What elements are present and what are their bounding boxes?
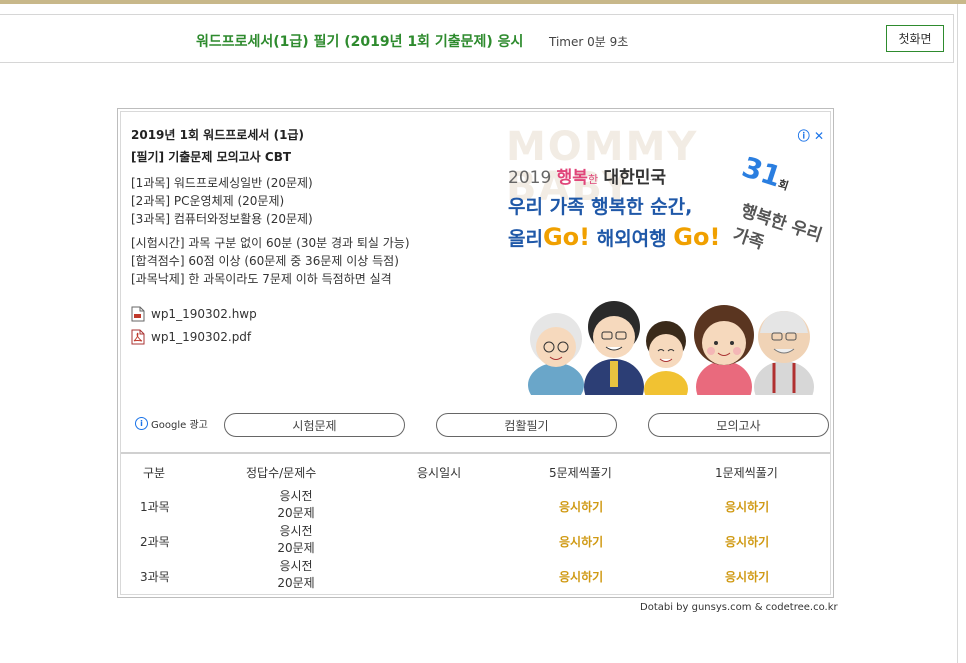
family-illustration [506, 277, 826, 395]
google-ad-label: i Google 광고 [135, 416, 208, 431]
column-header: 1문제씩풀기 [715, 466, 778, 480]
column-header: 정답수/문제수 [246, 466, 317, 480]
file-name: wp1_190302.pdf [151, 329, 252, 344]
exam-title: 워드프로세서(1급) 필기 (2019년 1회 기출문제) 응시 [196, 34, 524, 50]
score-status: 응시전 20문제 [266, 558, 326, 592]
file-name: wp1_190302.hwp [151, 306, 257, 321]
question-count: 20문제 [277, 576, 315, 590]
ad-banner[interactable]: MOMMY BABY ⓘ ✕ 2019 행복한 대한민국 우리 가족 행복한 순… [506, 127, 826, 395]
home-button[interactable]: 첫화면 [886, 25, 944, 52]
start-1-button[interactable]: 응시하기 [725, 568, 769, 585]
exam-info-title: 2019년 1회 워드프로세서 (1급) [131, 128, 304, 142]
exam-panel-inner: 2019년 1회 워드프로세서 (1급) [필기] 기출문제 모의고사 CBT … [120, 111, 831, 595]
ad-headline-1: 2019 행복한 대한민국 [508, 163, 666, 188]
column-header: 5문제씩풀기 [549, 466, 612, 480]
ad-headline-2: 우리 가족 행복한 순간, [508, 196, 693, 218]
ad-happy: 행복 [556, 168, 588, 188]
ad-badge-text: 행복한 우리가족 [730, 201, 825, 254]
status-text: 응시전 [279, 489, 313, 503]
status-text: 응시전 [279, 524, 313, 538]
question-count: 20문제 [277, 506, 315, 520]
rule-item: [합격점수] 60점 이상 (60문제 중 36문제 이상 득점) [131, 254, 399, 268]
subject-item: [1과목] 워드프로세싱일반 (20문제) [131, 176, 313, 190]
ad-han: 한 [587, 173, 599, 186]
section-divider [121, 452, 830, 454]
google-ad-text: Google 광고 [151, 420, 208, 431]
file-link-pdf[interactable]: wp1_190302.pdf [131, 325, 491, 348]
right-border [957, 4, 958, 663]
start-5-button[interactable]: 응시하기 [559, 568, 603, 585]
start-1-button[interactable]: 응시하기 [725, 498, 769, 515]
ad-button-mock-exam[interactable]: 모의고사 [648, 413, 829, 437]
question-count: 20문제 [277, 541, 315, 555]
ad-go: Go! [542, 223, 591, 251]
start-5-button[interactable]: 응시하기 [559, 498, 603, 515]
subject-name: 2과목 [140, 535, 170, 549]
rule-item: [시험시간] 과목 구분 없이 60분 (30분 경과 퇴실 가능) [131, 236, 410, 250]
ad-headline-3: 올리Go! 해외여행 Go! [508, 223, 720, 251]
table-row: 1과목 응시전 20문제 응시하기 응시하기 [121, 488, 832, 523]
subject-list: [1과목] 워드프로세싱일반 (20문제) [2과목] PC운영체제 (20문제… [131, 174, 491, 228]
ad-close-icon[interactable]: ⓘ ✕ [798, 127, 824, 144]
top-accent-line [0, 0, 966, 4]
subject-item: [2과목] PC운영체제 (20문제) [131, 194, 285, 208]
ad-text: 해외여행 [590, 228, 674, 250]
subject-name: 3과목 [140, 570, 170, 584]
column-header: 응시일시 [417, 466, 462, 480]
ad-year: 2019 [508, 168, 552, 188]
pdf-file-icon [131, 329, 145, 344]
exam-info-subtitle: [필기] 기출문제 모의고사 CBT [131, 150, 292, 164]
rule-list: [시험시간] 과목 구분 없이 60분 (30분 경과 퇴실 가능) [합격점수… [131, 234, 491, 288]
exam-header: 워드프로세서(1급) 필기 (2019년 1회 기출문제) 응시 Timer 0… [0, 14, 954, 63]
start-5-button[interactable]: 응시하기 [559, 533, 603, 550]
ad-button-exam-questions[interactable]: 시험문제 [224, 413, 405, 437]
timer: Timer 0분 9초 [549, 35, 629, 49]
start-1-button[interactable]: 응시하기 [725, 533, 769, 550]
footer-credit: Dotabi by gunsys.com & codetree.co.kr [640, 602, 838, 613]
subject-name: 1과목 [140, 500, 170, 514]
info-icon: i [135, 417, 148, 430]
score-status: 응시전 20문제 [266, 523, 326, 557]
ad-country: 대한민국 [603, 168, 667, 188]
ad-button-computer-written[interactable]: 컴활필기 [436, 413, 617, 437]
status-text: 응시전 [279, 559, 313, 573]
ad-text: 올리 [508, 228, 543, 250]
file-list: wp1_190302.hwp wp1_190302.pdf [131, 302, 491, 348]
table-row: 3과목 응시전 20문제 응시하기 응시하기 [121, 558, 832, 593]
ad-go: Go! [673, 223, 721, 251]
exam-info: 2019년 1회 워드프로세서 (1급) [필기] 기출문제 모의고사 CBT … [131, 124, 491, 348]
column-header: 구분 [143, 466, 166, 480]
file-link-hwp[interactable]: wp1_190302.hwp [131, 302, 491, 325]
table-row: 2과목 응시전 20문제 응시하기 응시하기 [121, 523, 832, 558]
hwp-file-icon [131, 306, 145, 321]
subject-item: [3과목] 컴퓨터와정보활용 (20문제) [131, 212, 313, 226]
score-status: 응시전 20문제 [266, 488, 326, 522]
exam-panel: 2019년 1회 워드프로세서 (1급) [필기] 기출문제 모의고사 CBT … [117, 108, 834, 598]
rule-item: [과목낙제] 한 과목이라도 7문제 이하 득점하면 실격 [131, 272, 392, 286]
